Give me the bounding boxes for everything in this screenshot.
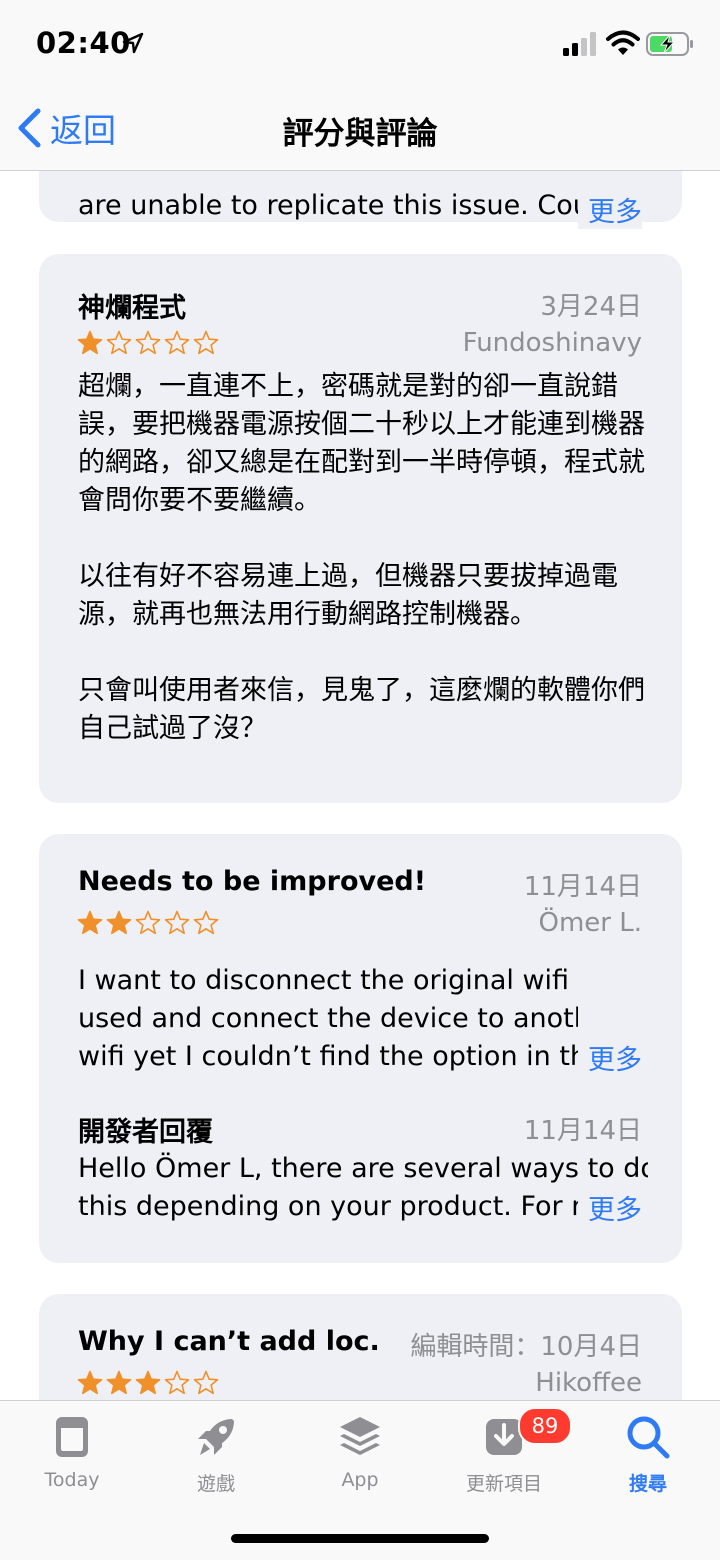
star-filled-icon (77, 330, 103, 355)
star-filled-icon (135, 1370, 161, 1395)
star-rating (77, 910, 222, 936)
reviews-list[interactable]: are unable to replicate this issue. Cou … (0, 170, 720, 1400)
status-bar: 02:40 (0, 0, 720, 88)
review-date: 3月24日 (540, 292, 642, 322)
more-button[interactable]: 更多 (578, 1188, 642, 1227)
updates-badge: 89 (518, 1407, 572, 1445)
home-indicator[interactable] (231, 1534, 489, 1543)
developer-response-title: 開發者回覆 (78, 1117, 213, 1148)
page-title: 評分與評論 (282, 116, 438, 152)
review-body: are unable to replicate this issue. Cou (78, 190, 578, 221)
review-line: I want to disconnect the original wifi t… (78, 965, 578, 996)
review-date: 11月14日 (523, 872, 642, 902)
review-card: Why I can’t add loc... 編輯時間：10月4日 Hikoff… (39, 1294, 682, 1400)
star-empty-icon (135, 910, 161, 935)
tab-today[interactable]: Today (0, 1413, 144, 1491)
star-empty-icon (135, 330, 161, 355)
tab-bar: Today 遊戲 App 89 更新項目 搜尋 (0, 1400, 720, 1560)
response-line: this depending on your product. For more (78, 1191, 578, 1222)
review-paragraph: 只會叫使用者來信，見鬼了，這麼爛的軟體你們自己試過了沒？ (78, 675, 645, 744)
star-empty-icon (164, 330, 190, 355)
star-filled-icon (77, 910, 103, 935)
search-icon (627, 1416, 670, 1459)
response-line: Hello Ömer L, there are several ways to … (78, 1153, 648, 1184)
developer-response-date: 11月14日 (523, 1116, 642, 1146)
review-line: used and connect the device to another (78, 1003, 578, 1034)
tab-label: Today (44, 1469, 100, 1491)
review-paragraph: 以往有好不容易連上過，但機器只要拔掉過電源，就再也無法用行動網路控制機器。 (78, 561, 618, 630)
status-time: 02:40 (36, 26, 131, 60)
tab-label: 更新項目 (465, 1473, 542, 1495)
star-empty-icon (193, 910, 219, 935)
tab-label: 遊戲 (196, 1473, 235, 1495)
review-card: 神爛程式 3月24日 Fundoshinavy 超爛，一直連不上，密碼就是對的卻… (39, 254, 682, 803)
navigation-bar: 返回 評分與評論 (0, 88, 720, 171)
tab-apps[interactable]: App (288, 1413, 432, 1491)
more-button[interactable]: 更多 (578, 190, 642, 229)
star-filled-icon (106, 910, 132, 935)
review-line: wifi yet I couldn’t find the option in t… (78, 1041, 578, 1072)
review-author: Fundoshinavy (462, 328, 642, 358)
tab-label: 搜尋 (628, 1473, 667, 1495)
wifi-icon (606, 30, 640, 55)
star-empty-icon (164, 910, 190, 935)
review-body: I want to disconnect the original wifi t… (78, 962, 648, 1076)
star-empty-icon (193, 1370, 219, 1395)
review-title: Why I can’t add loc... (78, 1326, 378, 1357)
today-icon (56, 1417, 88, 1457)
review-title: 神爛程式 (78, 293, 186, 324)
star-empty-icon (106, 330, 132, 355)
tab-games[interactable]: 遊戲 (144, 1413, 288, 1496)
review-paragraph: 超爛，一直連不上，密碼就是對的卻一直說錯誤，要把機器電源按個二十秒以上才能連到機… (78, 371, 645, 516)
tab-label: App (341, 1469, 379, 1491)
rocket-icon (198, 1419, 234, 1455)
battery-charging-icon (646, 32, 693, 56)
star-filled-icon (77, 1370, 103, 1395)
review-card: Needs to be improved! 11月14日 Ömer L. I w… (39, 834, 682, 1263)
review-author: Ömer L. (538, 908, 643, 938)
star-filled-icon (106, 1370, 132, 1395)
tab-search[interactable]: 搜尋 (576, 1413, 720, 1496)
review-card-previous: are unable to replicate this issue. Cou … (39, 170, 682, 229)
review-date: 編輯時間：10月4日 (410, 1332, 642, 1362)
more-button[interactable]: 更多 (578, 1038, 642, 1077)
cellular-signal-icon (563, 32, 596, 56)
star-rating (77, 330, 222, 356)
tab-updates[interactable]: 89 更新項目 (432, 1407, 576, 1496)
star-empty-icon (164, 1370, 190, 1395)
review-title: Needs to be improved! (78, 866, 427, 897)
star-rating (77, 1370, 222, 1396)
star-empty-icon (193, 330, 219, 355)
review-author: Hikoffee (535, 1368, 642, 1398)
review-body: 超爛，一直連不上，密碼就是對的卻一直說錯誤，要把機器電源按個二十秒以上才能連到機… (78, 368, 648, 748)
layers-icon (340, 1417, 380, 1455)
location-arrow-icon (122, 32, 144, 54)
developer-response-body: Hello Ömer L, there are several ways to … (78, 1150, 648, 1226)
